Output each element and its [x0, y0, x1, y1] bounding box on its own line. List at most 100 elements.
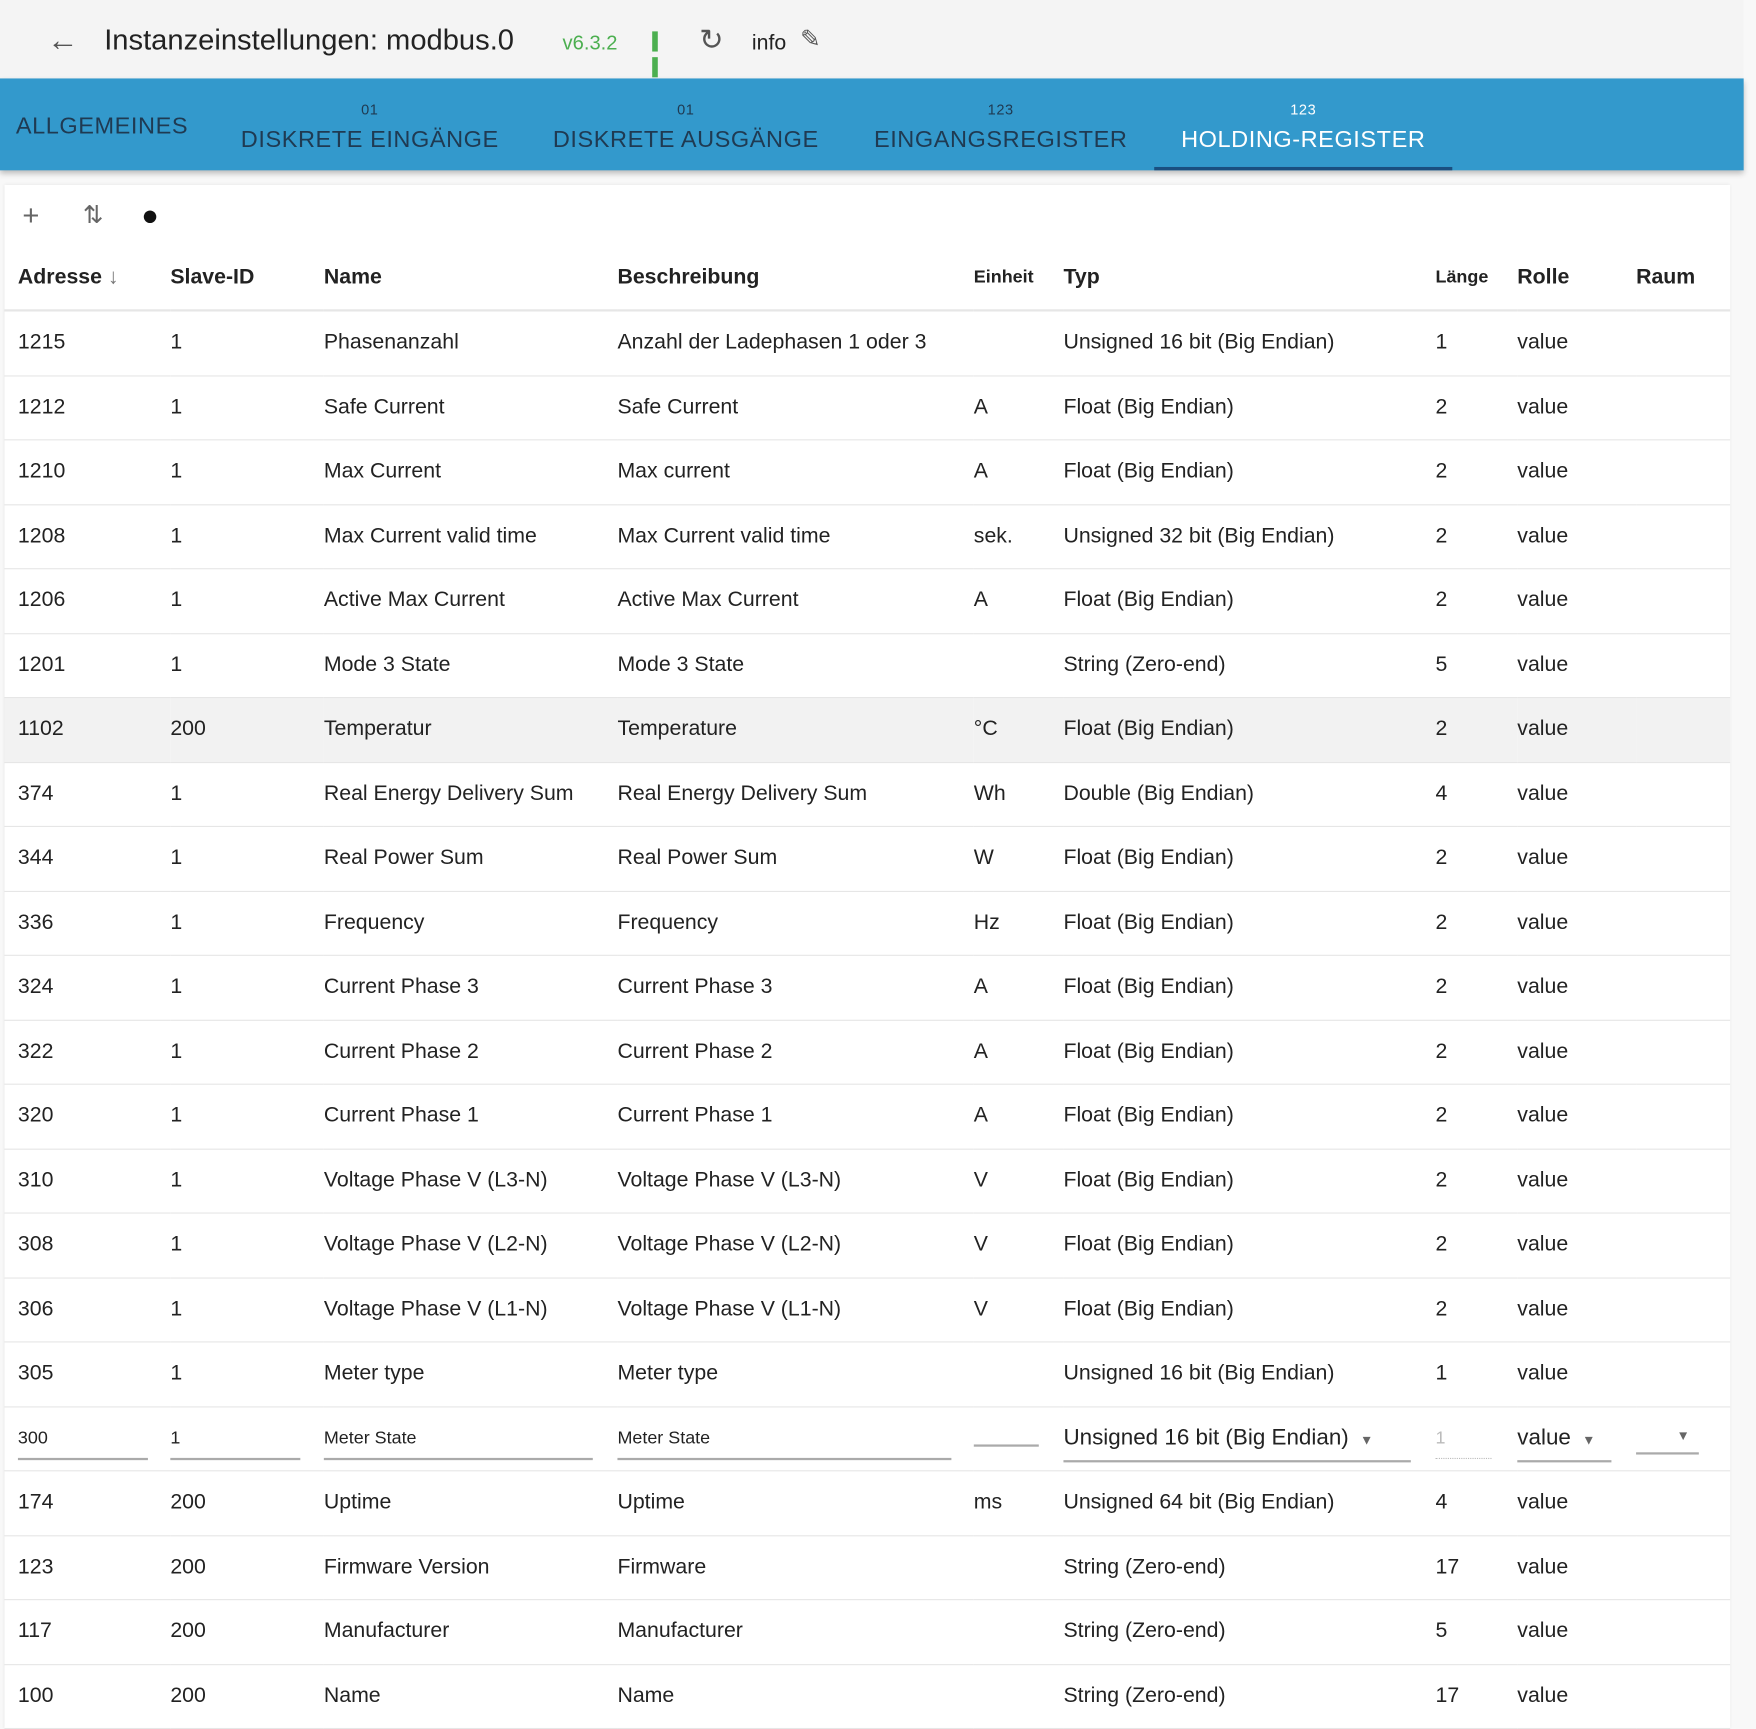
tab-diskrete-ausgaenge[interactable]: 01 DISKRETE AUSGÄNGE: [536, 78, 836, 170]
table-row[interactable]: 1206 1 Active Max Current Active Max Curren…: [4, 568, 1731, 634]
table-cell: [973, 633, 1064, 699]
table-cell: Float (Big Endian): [1063, 890, 1436, 956]
table-cell: [1636, 697, 1731, 763]
table-cell: [1636, 1470, 1731, 1536]
column-header[interactable]: Beschreibung: [617, 246, 974, 312]
table-row[interactable]: 310 1 Voltage Phase V (L3-N) Voltage Phase …: [4, 1148, 1731, 1214]
table-cell: 100: [4, 1664, 171, 1729]
address-input[interactable]: 300: [17, 1428, 148, 1460]
table-cell: value: [1517, 504, 1637, 570]
slave-id-input[interactable]: 1: [170, 1428, 301, 1460]
table-row[interactable]: 100 200 Name Name String (Zero-end) 17 value: [4, 1664, 1731, 1729]
table-row[interactable]: 1102 200 Temperatur Temperature °C Float (Big…: [4, 697, 1731, 763]
tab-badge: 123: [1290, 100, 1317, 118]
table-cell: 1: [1435, 1341, 1518, 1407]
table-cell: 17: [1435, 1535, 1518, 1601]
name-input[interactable]: Meter State: [323, 1428, 593, 1460]
edit-row[interactable]: 300 1 Meter State Meter State Unsigned 16 bi…: [4, 1406, 1731, 1472]
unit-input[interactable]: [973, 1436, 1039, 1447]
table-cell: Meter type: [323, 1341, 618, 1407]
table-cell: 1: [170, 375, 324, 441]
add-icon[interactable]: +: [22, 198, 39, 233]
table-cell: 4: [1435, 762, 1518, 827]
column-header[interactable]: Länge: [1435, 246, 1518, 312]
tab-holding-register[interactable]: 123 HOLDING-REGISTER: [1154, 78, 1453, 171]
table-cell: Uptime: [323, 1470, 618, 1536]
length-input[interactable]: 1: [1435, 1429, 1492, 1460]
table-cell: Manufacturer: [617, 1599, 974, 1665]
column-header[interactable]: Einheit: [973, 246, 1064, 312]
column-header[interactable]: Adresse ↓: [4, 246, 171, 312]
description-input[interactable]: Meter State: [617, 1428, 952, 1460]
sort-arrow-icon: ↓: [101, 265, 119, 290]
table-cell: 308: [4, 1213, 171, 1279]
table-cell: 324: [4, 955, 171, 1021]
table-cell: 305: [4, 1341, 171, 1407]
table-cell: [1636, 762, 1731, 827]
import-export-icon[interactable]: ⇅: [83, 201, 104, 230]
column-header[interactable]: Rolle: [1517, 246, 1637, 312]
table-row[interactable]: 306 1 Voltage Phase V (L1-N) Voltage Phase …: [4, 1277, 1731, 1343]
table-cell: [1636, 1341, 1731, 1407]
table-cell: ms: [973, 1470, 1064, 1536]
table-cell: [1636, 955, 1731, 1021]
table-cell: 1: [170, 890, 324, 956]
table-row[interactable]: 322 1 Current Phase 2 Current Phase 2 A Float…: [4, 1019, 1731, 1085]
type-select[interactable]: Unsigned 16 bit (Big Endian) ▼: [1063, 1426, 1411, 1463]
table-cell: [1636, 1213, 1731, 1279]
field-value: Meter State: [323, 1428, 417, 1448]
column-header[interactable]: Name: [323, 246, 618, 312]
table-cell: 1: [170, 1084, 324, 1150]
table-row[interactable]: 1201 1 Mode 3 State Mode 3 State String (Zer…: [4, 633, 1731, 699]
table-row[interactable]: 123 200 Firmware Version Firmware String (Ze…: [4, 1535, 1731, 1601]
table-cell: Real Power Sum: [617, 826, 974, 892]
table-row[interactable]: 324 1 Current Phase 3 Current Phase 3 A Float…: [4, 955, 1731, 1021]
edit-cell: Meter State: [323, 1406, 618, 1472]
role-select[interactable]: value ▼: [1517, 1426, 1612, 1463]
table-cell: 1: [170, 504, 324, 570]
pencil-icon[interactable]: ✎: [800, 25, 821, 54]
info-link[interactable]: info: [752, 31, 786, 56]
table-cell: [973, 1599, 1064, 1665]
table-cell: Float (Big Endian): [1063, 1019, 1436, 1085]
column-header[interactable]: Slave-ID: [170, 246, 324, 312]
column-header[interactable]: Typ: [1063, 246, 1436, 312]
table-row[interactable]: 374 1 Real Energy Delivery Sum Real Energy …: [4, 762, 1731, 827]
table-row[interactable]: 1210 1 Max Current Max current A Float (Big E…: [4, 439, 1731, 505]
table-cell: 1: [170, 568, 324, 634]
back-arrow-icon[interactable]: ←: [47, 22, 78, 58]
column-header[interactable]: Raum: [1636, 246, 1731, 312]
tab-eingangsregister[interactable]: 123 EINGANGSREGISTER: [854, 78, 1148, 170]
table-cell: 1: [170, 1019, 324, 1085]
tab-allgemeines[interactable]: ALLGEMEINES: [0, 78, 204, 170]
table-cell: Manufacturer: [323, 1599, 618, 1665]
table-row[interactable]: 320 1 Current Phase 1 Current Phase 1 A Float…: [4, 1084, 1731, 1150]
table-cell: A: [973, 1019, 1064, 1085]
table-row[interactable]: 1212 1 Safe Current Safe Current A Float (Big…: [4, 375, 1731, 441]
pause-icon[interactable]: [652, 31, 672, 78]
reload-icon[interactable]: ↻: [699, 22, 723, 57]
table-row[interactable]: 174 200 Uptime Uptime ms Unsigned 64 bit (Big…: [4, 1470, 1731, 1536]
table-row[interactable]: 308 1 Voltage Phase V (L2-N) Voltage Phase …: [4, 1213, 1731, 1279]
edit-cell: Meter State: [617, 1406, 974, 1472]
room-select[interactable]: ▼: [1636, 1428, 1699, 1455]
table-row[interactable]: 336 1 Frequency Frequency Hz Float (Big Endia…: [4, 890, 1731, 956]
table-row[interactable]: 344 1 Real Power Sum Real Power Sum W Float (…: [4, 826, 1731, 892]
table-cell: String (Zero-end): [1063, 1599, 1436, 1665]
table-cell: value: [1517, 1213, 1637, 1279]
table-row[interactable]: 1215 1 Phasenanzahl Anzahl der Ladephasen 1…: [4, 310, 1731, 376]
table-cell: Real Energy Delivery Sum: [323, 762, 618, 827]
table-row[interactable]: 305 1 Meter type Meter type Unsigned 16 bit …: [4, 1341, 1731, 1407]
table-cell: 2: [1435, 1019, 1518, 1085]
table-cell: Real Power Sum: [323, 826, 618, 892]
table-cell: 1210: [4, 439, 171, 505]
table-cell: [1636, 1148, 1731, 1214]
table-row[interactable]: 117 200 Manufacturer Manufacturer String (Ze…: [4, 1599, 1731, 1665]
table-cell: [1636, 1019, 1731, 1085]
table-row[interactable]: 1208 1 Max Current valid time Max Current v…: [4, 504, 1731, 570]
table-cell: [1636, 826, 1731, 892]
head-icon[interactable]: ●: [141, 198, 159, 233]
table-cell: Max Current valid time: [323, 504, 618, 570]
table-cell: 306: [4, 1277, 171, 1343]
tab-diskrete-eingaenge[interactable]: 01 DISKRETE EINGÄNGE: [220, 78, 520, 170]
